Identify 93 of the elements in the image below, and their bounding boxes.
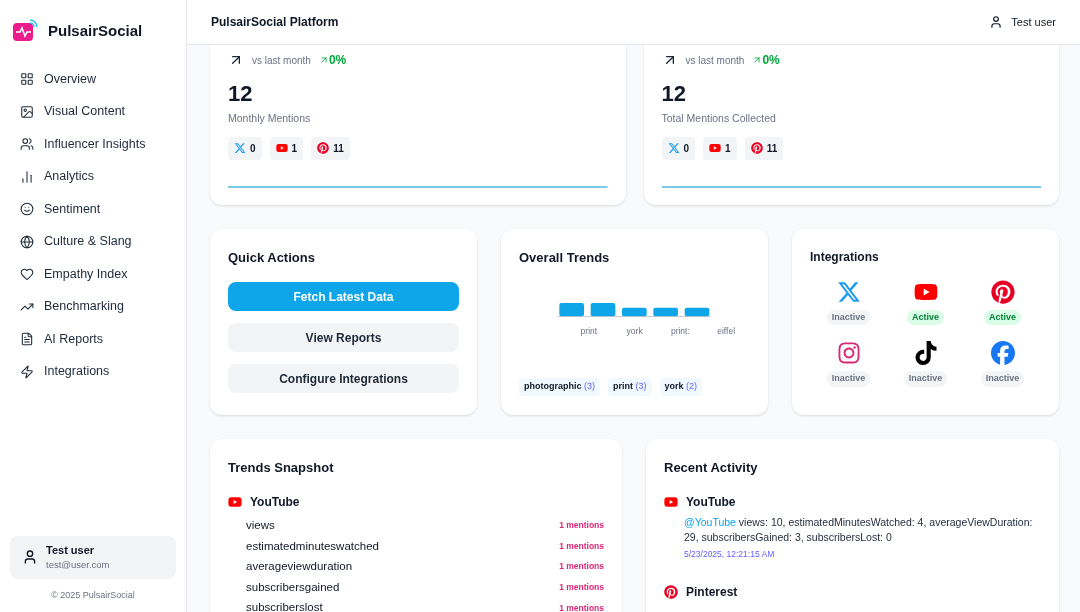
trend-tag[interactable]: print (3) — [608, 378, 652, 396]
nav-item[interactable]: AI Reports — [10, 323, 176, 356]
activity-text: @YouTube views: 10, estimatedMinutesWatched: 4, averageViewDuration: 29, subscribersGained: 3, subscribersLost: 0 — [683, 515, 1034, 546]
facebook-logo-icon — [990, 341, 1015, 366]
nav-item[interactable]: Sentiment — [10, 193, 176, 226]
nav-item[interactable]: Analytics — [10, 160, 176, 193]
activity-time: 5/23/2025, 12:21:15 AM — [683, 548, 776, 561]
card-title: Recent Activity — [664, 458, 759, 477]
axis-label: print: — [670, 326, 690, 337]
user-menu[interactable]: Test user — [989, 13, 1056, 31]
nav-item[interactable]: Visual Content — [10, 95, 176, 128]
mention-count: 1 mentions — [559, 519, 604, 532]
card-title: Quick Actions — [228, 248, 316, 267]
platform-count: 11 — [311, 136, 350, 160]
lightning-icon — [20, 364, 34, 379]
grid-icon — [20, 72, 34, 87]
axis-label: print — [580, 326, 598, 337]
status-badge: Active — [984, 309, 1021, 326]
platform-name: YouTube — [250, 494, 300, 512]
change-value: 0% — [752, 51, 780, 69]
user-card[interactable]: Test user test@user.com — [10, 535, 176, 579]
platform-name: YouTube — [686, 494, 736, 512]
user-icon — [22, 549, 38, 566]
youtube-logo-icon — [709, 142, 722, 155]
pinterest-logo-icon — [317, 142, 330, 155]
trend-term: views — [246, 517, 275, 533]
nav-item[interactable]: Influencer Insights — [10, 128, 176, 161]
status-badge: Inactive — [903, 371, 948, 387]
user-icon — [989, 15, 1004, 29]
stat-value: 12 — [661, 81, 687, 107]
stat-value: 12 — [228, 81, 254, 107]
status-badge: Active — [907, 309, 944, 326]
status-badge: Inactive — [826, 309, 871, 326]
status-badge: Inactive — [826, 371, 871, 387]
trend-term: estimatedminuteswatched — [246, 538, 379, 554]
mention-count: 1 mentions — [559, 560, 604, 574]
user-name: Test user — [46, 542, 96, 558]
card-title: Trends Snapshot — [228, 458, 335, 477]
stat-label: Total Mentions Collected — [661, 111, 777, 126]
nav-item[interactable]: Benchmarking — [10, 290, 176, 323]
platform-count: 1 — [269, 136, 304, 160]
comparison-label: vs last month — [685, 53, 745, 68]
image-icon — [20, 104, 34, 119]
axis-label: york — [626, 326, 643, 337]
platform-name: Pinterest — [686, 584, 738, 601]
status-badge: Inactive — [980, 371, 1025, 387]
platform-count: 0 — [661, 136, 696, 160]
document-icon — [20, 332, 34, 347]
platform-count: 1 — [703, 136, 737, 160]
platform-count: 0 — [228, 136, 262, 160]
card-title: Overall Trends — [519, 248, 611, 267]
youtube-logo-icon — [228, 495, 242, 510]
trend-term: subscribersgained — [246, 579, 340, 595]
nav-item[interactable]: Empathy Index — [10, 258, 176, 291]
user-email: test@user.com — [46, 558, 110, 573]
nav-item[interactable]: Integrations — [10, 355, 176, 388]
x-logo-icon — [234, 142, 246, 155]
trend-term: averageviewduration — [246, 559, 353, 575]
youtube-logo-icon — [664, 495, 678, 510]
x-logo-icon — [667, 142, 680, 155]
trend-tag[interactable]: photographic (3) — [519, 378, 600, 396]
mention-count: 1 mentions — [559, 539, 604, 553]
nav-item[interactable]: Overview — [10, 63, 176, 96]
brand-name: PulsairSocial — [48, 20, 143, 41]
heart-icon — [20, 267, 34, 282]
globe-icon — [20, 234, 34, 249]
change-value: 0% — [318, 51, 347, 69]
x-logo-icon — [836, 279, 861, 304]
mention-count: 1 mentions — [559, 580, 604, 594]
stat-label: Monthly Mentions — [228, 111, 312, 126]
arrow-icon — [752, 55, 763, 65]
copyright: © 2025 PulsairSocial — [50, 588, 136, 602]
platform-count: 11 — [744, 136, 784, 160]
mention-count: 1 mentions — [559, 601, 604, 612]
axis-label: eiffel — [717, 326, 736, 337]
arrow-icon — [318, 55, 329, 65]
users-icon — [20, 137, 34, 152]
bar-chart-icon — [20, 169, 34, 184]
tiktok-logo-icon — [913, 341, 938, 366]
youtube-logo-icon — [275, 142, 288, 155]
action-button[interactable]: Configure Integrations — [228, 364, 459, 394]
pinterest-logo-icon — [750, 142, 763, 155]
trend-tag[interactable]: york (2) — [659, 378, 703, 396]
pinterest-logo-icon — [664, 585, 678, 599]
smile-icon — [20, 202, 34, 217]
nav-item[interactable]: Culture & Slang — [10, 225, 176, 258]
page-title: PulsairSocial Platform — [211, 14, 339, 31]
instagram-logo-icon — [836, 341, 861, 366]
trend-term: subscriberslost — [246, 600, 323, 612]
card-title: Integrations — [810, 248, 880, 266]
pinterest-logo-icon — [990, 279, 1015, 304]
comparison-label: vs last month — [252, 53, 311, 68]
action-button[interactable]: View Reports — [228, 323, 459, 353]
